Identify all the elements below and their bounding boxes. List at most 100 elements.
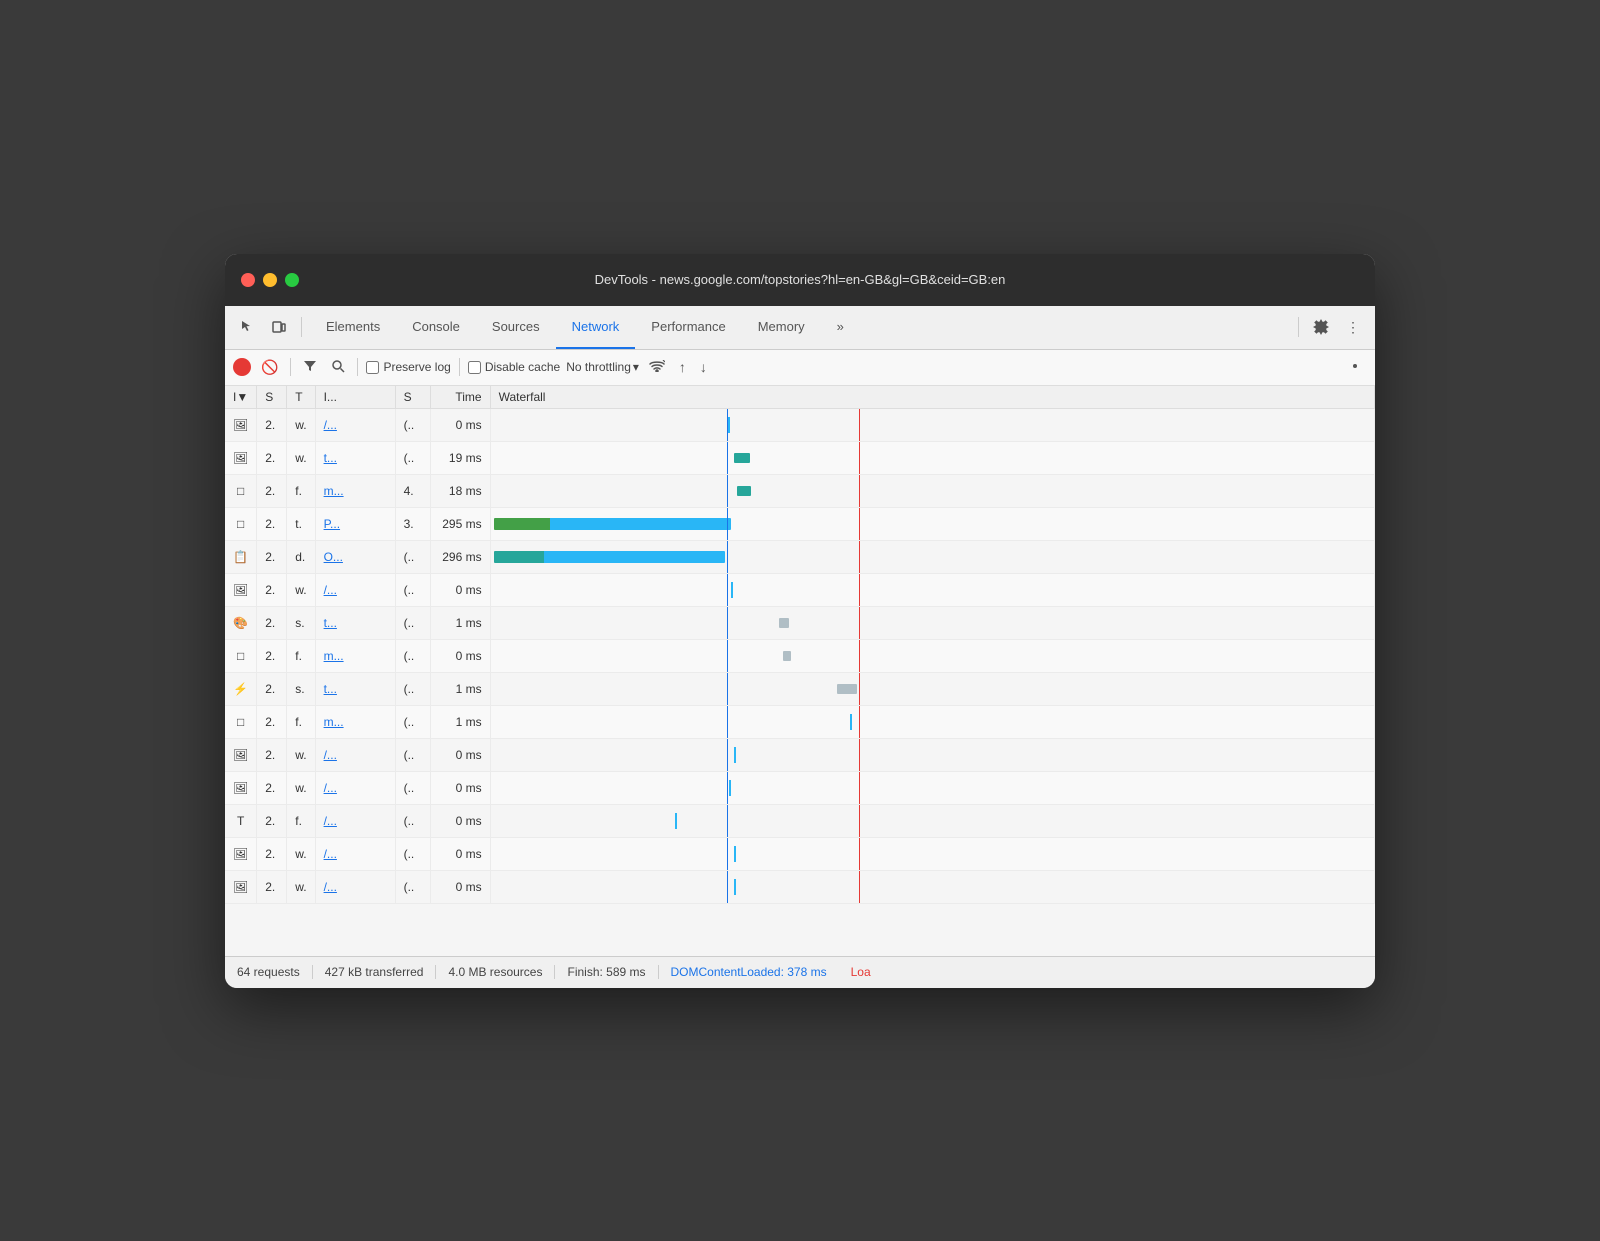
cell-status: 2. <box>257 804 287 837</box>
separator3 <box>290 358 291 376</box>
cell-name: m... <box>315 705 395 738</box>
network-table-container[interactable]: I▼ S T I... S Time Waterfall 🖼2.w./...(.… <box>225 386 1375 956</box>
preserve-log-label: Preserve log <box>383 360 450 374</box>
cell-size: (.. <box>395 573 430 606</box>
cell-icon: □ <box>225 507 257 540</box>
cell-icon: □ <box>225 639 257 672</box>
th-icon[interactable]: I▼ <box>225 386 257 409</box>
table-row[interactable]: 🖼2.w./...(..0 ms <box>225 771 1375 804</box>
cell-time: 0 ms <box>430 573 490 606</box>
cell-icon: 🖼 <box>225 573 257 606</box>
cell-time: 0 ms <box>430 837 490 870</box>
cell-name: /... <box>315 573 395 606</box>
cell-name: /... <box>315 771 395 804</box>
disable-cache-checkbox[interactable]: Disable cache <box>468 360 560 374</box>
tab-memory[interactable]: Memory <box>742 305 821 349</box>
cell-waterfall <box>490 408 1374 441</box>
minimize-button[interactable] <box>263 273 277 287</box>
th-waterfall[interactable]: Waterfall <box>490 386 1374 409</box>
resources-size: 4.0 MB resources <box>436 965 555 979</box>
tab-console[interactable]: Console <box>396 305 476 349</box>
th-size[interactable]: S <box>395 386 430 409</box>
cell-status: 2. <box>257 507 287 540</box>
cell-waterfall <box>490 573 1374 606</box>
table-row[interactable]: □2.t.P...3.295 ms <box>225 507 1375 540</box>
separator2 <box>1298 317 1299 337</box>
inspect-icon[interactable] <box>233 313 261 341</box>
th-type[interactable]: T <box>287 386 315 409</box>
table-row[interactable]: 🖼2.w./...(..0 ms <box>225 837 1375 870</box>
cell-size: (.. <box>395 639 430 672</box>
status-bar: 64 requests 427 kB transferred 4.0 MB re… <box>225 956 1375 988</box>
th-status[interactable]: S <box>257 386 287 409</box>
tab-network[interactable]: Network <box>556 305 636 349</box>
record-button[interactable] <box>233 358 251 376</box>
more-options-icon[interactable]: ⋮ <box>1339 313 1367 341</box>
cell-time: 1 ms <box>430 606 490 639</box>
table-row[interactable]: 🖼2.w./...(..0 ms <box>225 408 1375 441</box>
th-time[interactable]: Time <box>430 386 490 409</box>
tab-performance[interactable]: Performance <box>635 305 741 349</box>
cell-icon: 🖼 <box>225 408 257 441</box>
table-row[interactable]: 🖼2.w./...(..0 ms <box>225 573 1375 606</box>
cell-size: (.. <box>395 870 430 903</box>
preserve-log-checkbox[interactable]: Preserve log <box>366 360 450 374</box>
cell-size: (.. <box>395 606 430 639</box>
upload-icon[interactable]: ↑ <box>675 357 690 377</box>
table-row[interactable]: □2.f.m...(..0 ms <box>225 639 1375 672</box>
cell-type: w. <box>287 408 315 441</box>
device-toggle-icon[interactable] <box>265 313 293 341</box>
tab-more[interactable]: » <box>821 305 860 349</box>
table-row[interactable]: □2.f.m...(..1 ms <box>225 705 1375 738</box>
maximize-button[interactable] <box>285 273 299 287</box>
cell-size: (.. <box>395 540 430 573</box>
download-icon[interactable]: ↓ <box>696 357 711 377</box>
table-row[interactable]: ⚡2.s.t...(..1 ms <box>225 672 1375 705</box>
preserve-log-input[interactable] <box>366 361 379 374</box>
filter-icon[interactable] <box>299 357 321 378</box>
close-button[interactable] <box>241 273 255 287</box>
table-row[interactable]: 🎨2.s.t...(..1 ms <box>225 606 1375 639</box>
clear-button[interactable]: 🚫 <box>257 357 282 378</box>
cell-type: w. <box>287 870 315 903</box>
disable-cache-input[interactable] <box>468 361 481 374</box>
cell-time: 296 ms <box>430 540 490 573</box>
cell-icon: T <box>225 804 257 837</box>
cell-time: 0 ms <box>430 738 490 771</box>
cell-waterfall <box>490 804 1374 837</box>
cell-size: (.. <box>395 837 430 870</box>
table-row[interactable]: 🖼2.w./...(..0 ms <box>225 738 1375 771</box>
table-row[interactable]: □2.f.m...4.18 ms <box>225 474 1375 507</box>
throttle-selector[interactable]: No throttling ▾ <box>566 360 639 374</box>
cell-status: 2. <box>257 441 287 474</box>
throttle-label: No throttling <box>566 360 631 374</box>
cell-waterfall <box>490 606 1374 639</box>
wifi-icon[interactable] <box>645 357 669 377</box>
search-icon[interactable] <box>327 357 349 378</box>
cell-time: 1 ms <box>430 705 490 738</box>
cell-icon: 🖼 <box>225 837 257 870</box>
cell-name: /... <box>315 870 395 903</box>
network-settings-icon[interactable] <box>1343 356 1367 379</box>
settings-icon[interactable] <box>1307 313 1335 341</box>
cell-name: O... <box>315 540 395 573</box>
tab-sources[interactable]: Sources <box>476 305 556 349</box>
cell-size: (.. <box>395 771 430 804</box>
th-name[interactable]: I... <box>315 386 395 409</box>
cell-waterfall <box>490 441 1374 474</box>
cell-type: f. <box>287 804 315 837</box>
table-body: 🖼2.w./...(..0 ms🖼2.w.t...(..19 ms□2.f.m.… <box>225 408 1375 903</box>
cell-status: 2. <box>257 705 287 738</box>
cell-size: (.. <box>395 672 430 705</box>
table-row[interactable]: 🖼2.w.t...(..19 ms <box>225 441 1375 474</box>
table-row[interactable]: T2.f./...(..0 ms <box>225 804 1375 837</box>
separator4 <box>357 358 358 376</box>
table-row[interactable]: 🖼2.w./...(..0 ms <box>225 870 1375 903</box>
load-event: Loa <box>839 965 883 979</box>
cell-name: /... <box>315 408 395 441</box>
cell-time: 0 ms <box>430 804 490 837</box>
tab-elements[interactable]: Elements <box>310 305 396 349</box>
table-row[interactable]: 📋2.d.O...(..296 ms <box>225 540 1375 573</box>
cell-type: d. <box>287 540 315 573</box>
cell-type: w. <box>287 573 315 606</box>
